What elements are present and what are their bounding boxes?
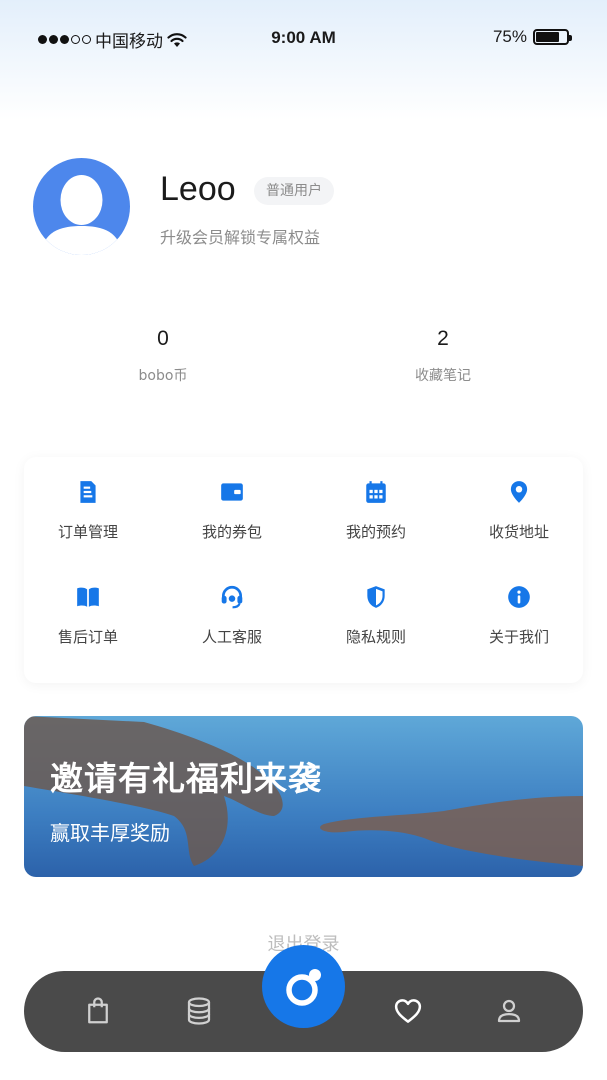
- upgrade-membership-link[interactable]: 升级会员解锁专属权益: [160, 224, 320, 248]
- coins-stack-icon: [187, 997, 211, 1025]
- tab-profile[interactable]: [491, 993, 527, 1029]
- tab-shop[interactable]: [80, 993, 116, 1029]
- calendar-icon: [366, 481, 386, 503]
- tab-home-center-button[interactable]: [262, 945, 345, 1028]
- menu-item-label: 售后订单: [57, 628, 118, 646]
- stat-bobo-coins[interactable]: 0 bobo币: [63, 327, 263, 385]
- menu-item-label: 人工客服: [201, 628, 262, 646]
- banner-subtitle: 赢取丰厚奖励: [50, 821, 170, 845]
- shopping-bag-icon: [88, 997, 108, 1024]
- stat-label: bobo币: [138, 368, 188, 384]
- menu-item-customer-service[interactable]: 人工客服: [167, 584, 297, 647]
- stat-saved-notes[interactable]: 2 收藏笔记: [343, 327, 543, 385]
- battery-percent: 75%: [492, 27, 527, 46]
- user-level-badge: 普通用户: [254, 177, 334, 205]
- bottom-tab-bar: [24, 945, 583, 1052]
- service-menu-card: 订单管理 我的券包 我的预约 收货地址 售后订单 人工客服 隐私规则 关于我们: [24, 457, 583, 683]
- tab-coins[interactable]: [181, 993, 217, 1029]
- menu-item-appointments[interactable]: 我的预约: [311, 479, 441, 542]
- menu-item-about[interactable]: 关于我们: [454, 584, 584, 647]
- wallet-icon: [221, 483, 243, 501]
- menu-item-label: 我的券包: [201, 523, 262, 541]
- info-icon: [508, 586, 530, 608]
- stat-value: 2: [437, 327, 449, 350]
- book-icon: [77, 587, 99, 607]
- home-center-icon: [285, 968, 321, 1006]
- location-pin-icon: [510, 481, 528, 503]
- headset-icon: [221, 585, 243, 609]
- avatar[interactable]: [33, 158, 130, 255]
- menu-item-after-sales[interactable]: 售后订单: [23, 584, 153, 647]
- menu-item-privacy[interactable]: 隐私规则: [311, 584, 441, 647]
- menu-item-coupons[interactable]: 我的券包: [167, 479, 297, 542]
- menu-item-label: 我的预约: [345, 523, 406, 541]
- shield-icon: [367, 586, 385, 608]
- battery-info: 75%: [492, 27, 572, 47]
- menu-item-label: 隐私规则: [345, 628, 406, 646]
- username: Leoo: [160, 170, 236, 208]
- status-bar: 中国移动 9:00 AM 75%: [0, 0, 607, 76]
- user-silhouette-icon: [41, 175, 122, 255]
- profile-icon: [497, 999, 521, 1023]
- menu-item-orders[interactable]: 订单管理: [23, 479, 153, 542]
- battery-icon: [533, 29, 572, 45]
- banner-title: 邀请有礼福利来袭: [50, 759, 322, 798]
- stat-label: 收藏笔记: [415, 368, 471, 384]
- menu-item-label: 订单管理: [57, 523, 118, 541]
- invite-rewards-banner[interactable]: 邀请有礼福利来袭 赢取丰厚奖励: [24, 716, 583, 877]
- menu-item-label: 收货地址: [488, 523, 549, 541]
- order-document-icon: [80, 481, 96, 503]
- heart-icon: [394, 999, 422, 1023]
- tab-favorites[interactable]: [390, 993, 426, 1029]
- stat-value: 0: [157, 327, 169, 350]
- menu-item-label: 关于我们: [488, 628, 549, 646]
- menu-item-address[interactable]: 收货地址: [454, 479, 584, 542]
